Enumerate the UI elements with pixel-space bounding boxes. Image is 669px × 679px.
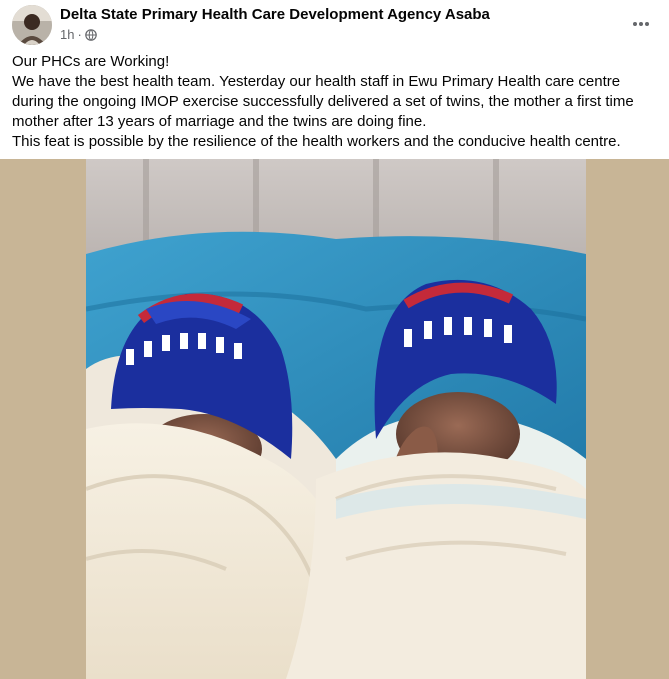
post-message: Our PHCs are Working! We have the best h… <box>12 52 662 152</box>
more-options-button[interactable] <box>625 8 657 40</box>
post-photo[interactable] <box>86 159 586 679</box>
facebook-post: Delta State Primary Health Care Developm… <box>0 0 669 679</box>
post-meta: 1h · <box>60 27 97 42</box>
page-avatar[interactable] <box>12 5 52 45</box>
post-timestamp[interactable]: 1h <box>60 27 74 42</box>
meta-separator: · <box>77 27 82 42</box>
avatar-image <box>12 5 52 45</box>
more-horizontal-icon <box>633 22 649 26</box>
post-paragraph: We have the best health team. Yesterday … <box>12 73 634 130</box>
page-name-link[interactable]: Delta State Primary Health Care Developm… <box>60 6 490 23</box>
post-paragraph: Our PHCs are Working! <box>12 53 170 70</box>
globe-icon[interactable] <box>85 28 97 41</box>
photo-container <box>0 159 669 679</box>
post-paragraph: This feat is possible by the resilience … <box>12 133 621 150</box>
post-header: Delta State Primary Health Care Developm… <box>0 0 669 50</box>
twins-photo <box>86 159 586 679</box>
